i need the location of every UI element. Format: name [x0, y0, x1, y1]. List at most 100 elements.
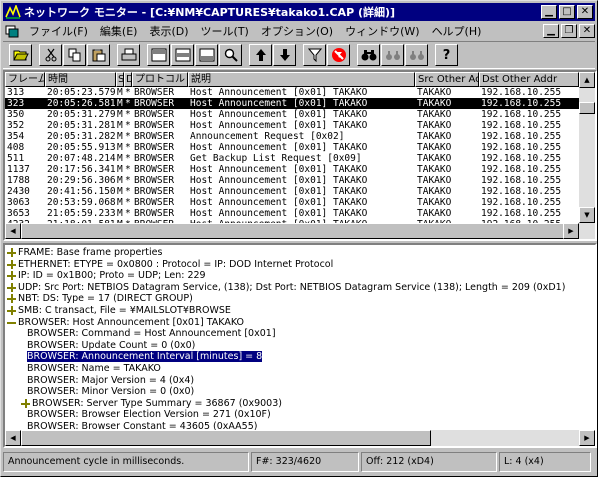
expand-plus-icon[interactable]	[7, 294, 16, 304]
scroll-left-button[interactable]: ◀	[5, 430, 21, 446]
child-minimize-button[interactable]: ▁	[543, 24, 559, 38]
summary-pane-button[interactable]	[147, 44, 170, 66]
menu-view[interactable]: 表示(D)	[143, 23, 194, 39]
detail-line[interactable]: BROWSER: Update Count = 0 (0x0)	[27, 340, 195, 351]
scroll-thumb[interactable]	[21, 430, 431, 446]
open-button[interactable]	[9, 44, 32, 66]
find-button[interactable]	[357, 44, 380, 66]
frame-row[interactable]: 2430 20:41:56.150 M * BROWSER Host Announceme…	[5, 186, 579, 197]
expand-plus-icon[interactable]	[7, 259, 16, 269]
scroll-left-button[interactable]: ◀	[5, 223, 21, 239]
menu-window[interactable]: ウィンドウ(W)	[339, 23, 425, 39]
summary-horizontal-scrollbar[interactable]: ◀ ▶	[5, 223, 595, 239]
expand-plus-icon[interactable]	[7, 271, 16, 281]
scroll-up-button[interactable]: ▲	[579, 72, 595, 88]
scroll-right-button[interactable]: ▶	[579, 430, 595, 446]
frame-row[interactable]: 354 20:05:31.282 M * BROWSER Announcement Req…	[5, 131, 579, 142]
menu-options[interactable]: オプション(O)	[255, 23, 339, 39]
frame-row[interactable]: 511 20:07:48.214 M * BROWSER Get Backup List …	[5, 153, 579, 164]
detail-line[interactable]: BROWSER: Name = TAKAKO	[27, 363, 161, 374]
child-close-button[interactable]: ✕	[579, 24, 595, 38]
print-button[interactable]	[117, 44, 140, 66]
next-frame-button[interactable]	[273, 44, 296, 66]
apply-filter-button[interactable]	[327, 44, 350, 66]
detail-line[interactable]: BROWSER: Command = Host Announcement [0x…	[27, 328, 276, 339]
detail-line[interactable]: UDP: Src Port: NETBIOS Datagram Service,…	[7, 282, 565, 293]
cut-button[interactable]	[39, 44, 62, 66]
cell-frame: 323	[7, 98, 25, 109]
status-message: Announcement cycle in milliseconds.	[3, 452, 249, 472]
detail-line[interactable]: BROWSER: Major Version = 4 (0x4)	[27, 375, 194, 386]
frame-row[interactable]: 1137 20:17:56.341 M * BROWSER Host Announceme…	[5, 164, 579, 175]
maximize-button[interactable]: □	[559, 5, 575, 19]
help-button[interactable]: ?	[435, 44, 458, 66]
detail-pane-button[interactable]	[171, 44, 194, 66]
cell-src: M	[117, 164, 123, 175]
expand-plus-icon[interactable]	[7, 248, 16, 257]
detail-line[interactable]: BROWSER: Announcement Interval [minutes]…	[27, 351, 263, 363]
detail-line[interactable]: BROWSER: Server Type Summary = 36867 (0x…	[21, 398, 282, 409]
close-button[interactable]: ✕	[577, 5, 593, 19]
frame-row[interactable]: 313 20:05:23.579 M * BROWSER Host Announcemen…	[5, 87, 579, 98]
collapse-minus-icon[interactable]	[7, 318, 16, 327]
detail-line[interactable]: IP: ID = 0x1B00; Proto = UDP; Len: 229	[7, 270, 206, 281]
scroll-right-button[interactable]: ▶	[563, 223, 579, 239]
detail-line[interactable]: FRAME: Base frame properties	[7, 247, 162, 258]
expand-plus-icon[interactable]	[7, 282, 16, 292]
frame-row[interactable]: 1788 20:29:56.306 M * BROWSER Host Announceme…	[5, 175, 579, 186]
cell-src-other-addr: TAKAKO	[417, 142, 452, 153]
column-header-description[interactable]: 説明	[188, 72, 415, 87]
frame-row[interactable]: 3653 21:05:59.233 M * BROWSER Host Announceme…	[5, 208, 579, 219]
column-header-dst-other-addr[interactable]: Dst Other Addr	[479, 72, 579, 87]
column-header-frame[interactable]: フレーム	[5, 72, 45, 87]
frame-row[interactable]: 3063 20:53:59.068 M * BROWSER Host Announceme…	[5, 197, 579, 208]
detail-line[interactable]: ETHERNET: ETYPE = 0x0800 : Protocol = IP…	[7, 259, 333, 270]
frame-row[interactable]: 350 20:05:31.279 M * BROWSER Host Announcemen…	[5, 109, 579, 120]
detail-pane[interactable]: FRAME: Base frame properties ETHERNET: ET…	[3, 243, 597, 448]
column-header-src-other-addr[interactable]: Src Other Ac	[415, 72, 479, 87]
scroll-down-button[interactable]: ▼	[579, 207, 595, 223]
zoom-button[interactable]	[219, 44, 242, 66]
summary-vertical-scrollbar[interactable]: ▲ ▼	[579, 72, 595, 223]
detail-line[interactable]: BROWSER: Browser Election Version = 271 …	[27, 409, 271, 420]
capture-document-icon[interactable]	[5, 24, 19, 38]
menu-help[interactable]: ヘルプ(H)	[426, 23, 488, 39]
paste-button[interactable]	[87, 44, 110, 66]
frame-row[interactable]: 408 20:05:55.913 M * BROWSER Host Announcemen…	[5, 142, 579, 153]
detail-line-text: BROWSER: Name = TAKAKO	[27, 363, 161, 374]
frame-row[interactable]: 352 20:05:31.281 M * BROWSER Host Announcemen…	[5, 120, 579, 131]
hex-pane-button[interactable]	[195, 44, 218, 66]
question-mark-icon: ?	[442, 47, 451, 63]
minimize-button[interactable]: ▁	[541, 5, 557, 19]
column-header-time[interactable]: 時間	[45, 72, 116, 87]
scroll-thumb[interactable]	[579, 102, 595, 114]
detail-horizontal-scrollbar[interactable]: ◀ ▶	[5, 430, 595, 446]
expand-plus-icon[interactable]	[21, 398, 30, 408]
detail-line[interactable]: BROWSER: Host Announcement [0x01] TAKAKO	[7, 317, 244, 328]
cell-src-other-addr: TAKAKO	[417, 197, 452, 208]
summary-pane[interactable]: フレーム 時間 S D プロトコル 説明 Src Other Ac Dst Ot…	[3, 70, 597, 241]
menu-edit[interactable]: 編集(E)	[94, 23, 144, 39]
frame-row[interactable]: 323 20:05:26.581 M * BROWSER Host Announcemen…	[5, 98, 579, 109]
detail-line[interactable]: BROWSER: Minor Version = 0 (0x0)	[27, 386, 194, 397]
title-bar[interactable]: ネットワーク モニター - [C:¥NM¥CAPTURES¥takako1.CA…	[3, 3, 595, 21]
expand-plus-icon[interactable]	[7, 306, 16, 315]
scroll-left-arrow-icon: ◀	[10, 226, 16, 235]
column-header-dst[interactable]: D	[124, 72, 132, 87]
detail-line[interactable]: NBT: DS: Type = 17 (DIRECT GROUP)	[7, 293, 193, 304]
find-previous-button[interactable]	[381, 44, 404, 66]
column-header-protocol[interactable]: プロトコル	[132, 72, 188, 87]
copy-button[interactable]	[63, 44, 86, 66]
detail-line[interactable]: SMB: C transact, File = ¥MAILSLOT¥BROWSE	[7, 305, 231, 316]
paste-icon	[92, 49, 105, 62]
find-next-button[interactable]	[405, 44, 428, 66]
child-restore-button[interactable]: ❐	[561, 24, 577, 38]
column-header-src[interactable]: S	[116, 72, 124, 87]
menu-file[interactable]: ファイル(F)	[23, 23, 94, 39]
previous-frame-button[interactable]	[249, 44, 272, 66]
cell-dst: *	[125, 175, 131, 186]
menu-tools[interactable]: ツール(T)	[195, 23, 255, 39]
scroll-left-arrow-icon: ◀	[10, 433, 16, 442]
filter-button[interactable]	[303, 44, 326, 66]
scroll-thumb[interactable]	[21, 223, 565, 239]
